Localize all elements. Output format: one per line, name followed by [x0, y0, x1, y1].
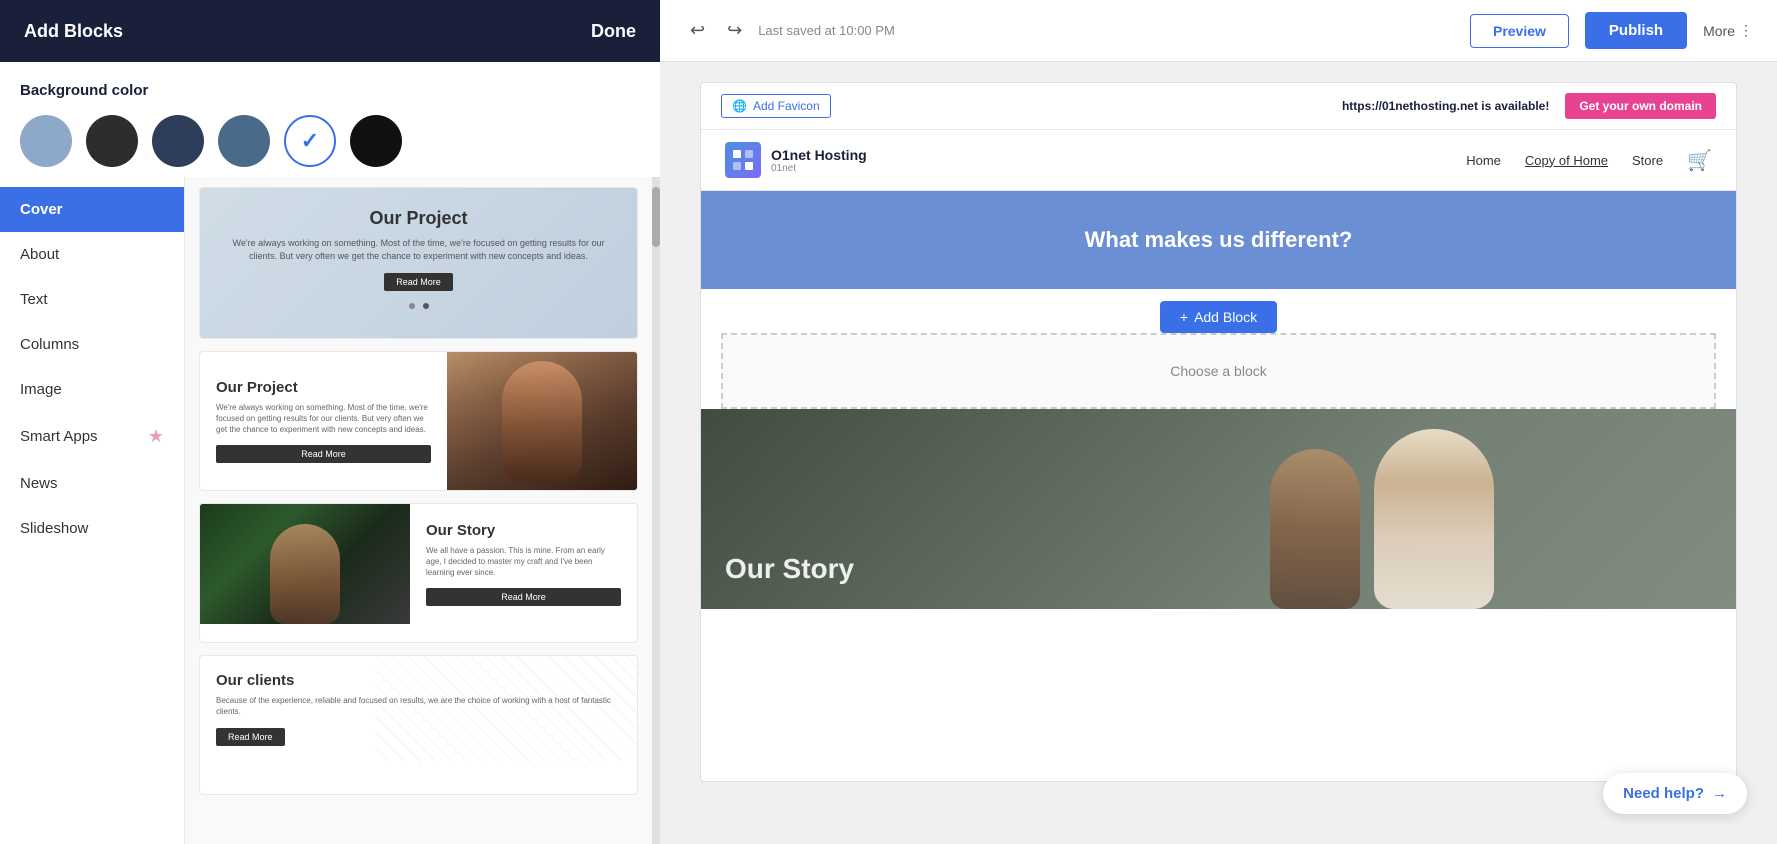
need-help-widget[interactable]: Need help? →	[1603, 773, 1747, 814]
add-blocks-title: Add Blocks	[24, 21, 123, 42]
more-dots-icon: ⋮	[1739, 22, 1753, 39]
choose-block-area[interactable]: Choose a block	[721, 333, 1716, 409]
domain-suffix: is available!	[1478, 99, 1549, 113]
site-logo: O1net Hosting 01net	[725, 142, 867, 178]
site-preview: 🌐 Add Favicon https://01nethosting.net i…	[700, 82, 1737, 782]
saved-text: Last saved at 10:00 PM	[758, 23, 895, 38]
choose-block-text: Choose a block	[1170, 363, 1267, 379]
done-button[interactable]: Done	[591, 21, 636, 42]
block-card-our-project-2[interactable]: Our Project We're always working on some…	[199, 351, 638, 491]
redo-button[interactable]: ↪	[721, 14, 748, 47]
card4-title: Our clients	[216, 672, 621, 689]
get-domain-button[interactable]: Get your own domain	[1565, 93, 1716, 119]
nav-copy-of-home[interactable]: Copy of Home	[1525, 153, 1608, 168]
preview-button[interactable]: Preview	[1470, 14, 1569, 48]
card3-text: We all have a passion. This is mine. Fro…	[426, 545, 621, 579]
card2-text: We're always working on something. Most …	[216, 402, 431, 436]
domain-url: https://01nethosting.net is available!	[1342, 99, 1549, 113]
right-panel: ↩ ↪ Last saved at 10:00 PM Preview Publi…	[660, 0, 1777, 844]
scroll-indicator[interactable]	[652, 177, 660, 844]
block-card-our-project-1[interactable]: Our Project We're always working on some…	[199, 187, 638, 339]
nav-links: Home Copy of Home Store 🛒	[1466, 148, 1712, 173]
card3-image	[200, 504, 410, 624]
story-section: Our Story	[701, 409, 1736, 609]
nav-home[interactable]: Home	[1466, 153, 1501, 168]
sidebar: Cover About Text Columns Image Smart App…	[0, 177, 185, 844]
card1-read-more[interactable]: Read More	[384, 273, 453, 291]
swatch-selected[interactable]	[284, 115, 336, 167]
story-title: Our Story	[725, 553, 1298, 585]
more-button[interactable]: More ⋮	[1703, 22, 1753, 39]
right-header: ↩ ↪ Last saved at 10:00 PM Preview Publi…	[660, 0, 1777, 62]
logo-icon	[725, 142, 761, 178]
plus-icon: +	[1180, 309, 1188, 325]
card4-read-more[interactable]: Read More	[216, 728, 285, 746]
panel-body: Cover About Text Columns Image Smart App…	[0, 177, 660, 844]
site-nav: O1net Hosting 01net Home Copy of Home St…	[701, 130, 1736, 191]
scroll-thumb	[652, 187, 660, 247]
sidebar-item-about[interactable]: About	[0, 232, 184, 277]
card1-title: Our Project	[220, 208, 617, 229]
card2-image	[447, 352, 637, 490]
color-section: Background color	[0, 62, 660, 177]
need-help-label: Need help?	[1623, 785, 1704, 802]
block-card-our-clients[interactable]: Our clients Because of the experience, r…	[199, 655, 638, 795]
domain-name: 01nethosting.net	[1382, 99, 1478, 113]
swatch-navy[interactable]	[152, 115, 204, 167]
sidebar-item-smart-apps[interactable]: Smart Apps ★	[0, 412, 184, 461]
swatch-steel[interactable]	[218, 115, 270, 167]
logo-name: O1net Hosting	[771, 147, 867, 163]
cards-area: Our Project We're always working on some…	[185, 177, 652, 844]
undo-button[interactable]: ↩	[684, 14, 711, 47]
star-icon: ★	[148, 426, 164, 447]
swatch-black[interactable]	[350, 115, 402, 167]
card3-read-more[interactable]: Read More	[426, 588, 621, 606]
block-card-our-story[interactable]: Our Story We all have a passion. This is…	[199, 503, 638, 643]
blue-section-heading: What makes us different?	[725, 227, 1712, 253]
story-content: Our Story	[701, 529, 1322, 609]
card2-title: Our Project	[216, 379, 431, 396]
globe-icon: 🌐	[732, 99, 747, 113]
header-actions: ↩ ↪ Last saved at 10:00 PM	[684, 14, 895, 47]
card1-text: We're always working on something. Most …	[220, 237, 617, 262]
blue-section: What makes us different?	[701, 191, 1736, 289]
card4-text: Because of the experience, reliable and …	[216, 695, 621, 717]
logo-sub: 01net	[771, 163, 867, 174]
color-section-label: Background color	[20, 82, 640, 99]
add-favicon-button[interactable]: 🌐 Add Favicon	[721, 94, 831, 118]
add-block-label: Add Block	[1194, 309, 1257, 325]
need-help-arrow: →	[1712, 785, 1727, 802]
sidebar-item-cover[interactable]: Cover	[0, 187, 184, 232]
swatch-dark[interactable]	[86, 115, 138, 167]
sidebar-item-slideshow[interactable]: Slideshow	[0, 506, 184, 551]
card2-read-more[interactable]: Read More	[216, 445, 431, 463]
card3-title: Our Story	[426, 522, 621, 539]
add-block-button[interactable]: + Add Block	[1160, 301, 1277, 333]
left-panel: Add Blocks Done Background color Cover A…	[0, 0, 660, 844]
color-swatches	[20, 115, 640, 167]
nav-store[interactable]: Store	[1632, 153, 1663, 168]
cart-icon[interactable]: 🛒	[1687, 148, 1712, 173]
sidebar-item-image[interactable]: Image	[0, 367, 184, 412]
swatch-blue-light[interactable]	[20, 115, 72, 167]
publish-button[interactable]: Publish	[1585, 12, 1687, 49]
left-panel-header: Add Blocks Done	[0, 0, 660, 62]
add-block-area: + Add Block	[701, 289, 1736, 333]
sidebar-item-text[interactable]: Text	[0, 277, 184, 322]
logo-text: O1net Hosting 01net	[771, 147, 867, 174]
sidebar-item-columns[interactable]: Columns	[0, 322, 184, 367]
sidebar-item-news[interactable]: News	[0, 461, 184, 506]
right-content: 🌐 Add Favicon https://01nethosting.net i…	[660, 62, 1777, 844]
domain-bar: 🌐 Add Favicon https://01nethosting.net i…	[701, 83, 1736, 130]
